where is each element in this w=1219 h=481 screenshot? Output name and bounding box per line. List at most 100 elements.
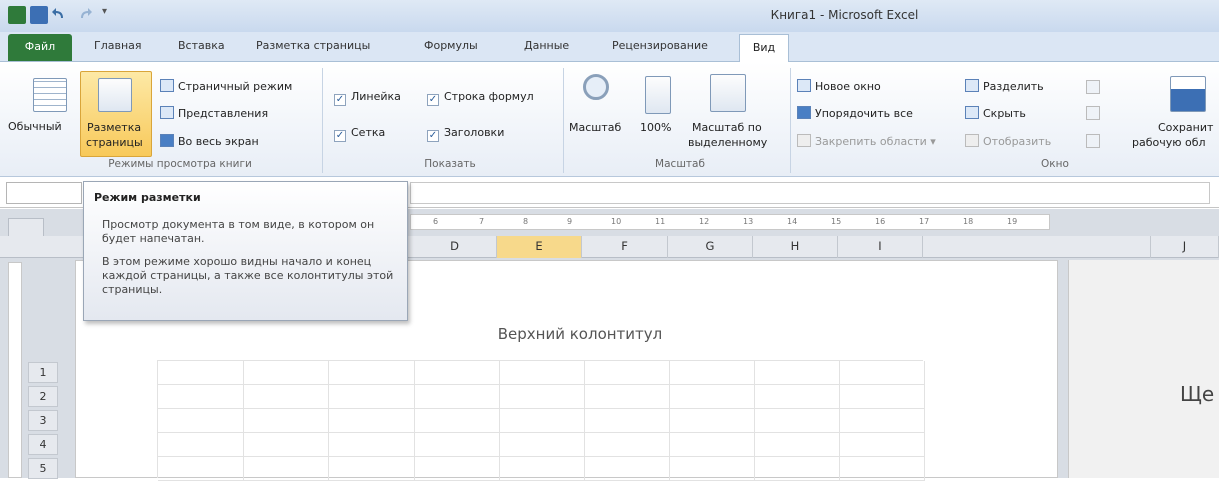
grid-cell[interactable] [670,457,755,481]
column-header[interactable]: H [753,236,838,258]
tab-insert[interactable]: Вставка [178,39,225,52]
grid-cell[interactable] [158,385,244,409]
arrange-all-label: Упорядочить все [815,107,913,120]
tab-formulas[interactable]: Формулы [424,39,478,52]
formula-bar-checkbox[interactable]: ✓ Строка формул [427,90,534,106]
grid-cell[interactable] [585,433,670,457]
grid-cell[interactable] [244,361,329,385]
grid-cell[interactable] [840,457,925,481]
grid-cell[interactable] [244,409,329,433]
grid-cell[interactable] [755,457,840,481]
reset-position-icon[interactable] [1086,134,1100,148]
row-header[interactable]: 1 [28,362,58,383]
page-header-placeholder[interactable]: Верхний колонтитул [400,325,760,343]
grid-cell[interactable] [755,361,840,385]
grid-cell[interactable] [670,433,755,457]
grid-cell[interactable] [670,409,755,433]
grid-cell[interactable] [415,361,500,385]
grid-cell[interactable] [840,361,925,385]
grid-cell[interactable] [500,433,585,457]
grid-cell[interactable] [244,385,329,409]
grid-cell[interactable] [158,409,244,433]
grid-cell[interactable] [158,361,244,385]
grid-cell[interactable] [244,433,329,457]
grid-cell[interactable] [415,385,500,409]
grid-cell[interactable] [585,361,670,385]
zoom-selection-label-2[interactable]: выделенному [688,136,767,149]
page-layout-icon [98,78,132,112]
tab-home[interactable]: Главная [94,39,142,52]
tab-page-layout[interactable]: Разметка страницы [256,39,370,52]
checkbox-checked-icon: ✓ [427,94,439,106]
row-header[interactable]: 4 [28,434,58,455]
zoom-group-label: Масштаб [655,158,705,170]
unhide-button[interactable]: Отобразить [965,134,1051,148]
tab-review[interactable]: Рецензирование [612,39,708,52]
grid-cell[interactable] [670,361,755,385]
tab-data[interactable]: Данные [524,39,569,52]
grid-cell[interactable] [755,433,840,457]
tab-view[interactable]: Вид [739,34,789,63]
grid-cell[interactable] [670,385,755,409]
headings-checkbox[interactable]: ✓ Заголовки [427,126,504,142]
column-header-selected[interactable]: E [497,236,582,258]
grid-cell[interactable] [500,457,585,481]
ruler-checkbox[interactable]: ✓ Линейка [334,90,401,106]
grid-cell[interactable] [585,409,670,433]
grid-cell[interactable] [415,457,500,481]
grid-cell[interactable] [755,385,840,409]
grid-cell[interactable] [585,385,670,409]
grid-cell[interactable] [840,409,925,433]
page-layout-label-2: страницы [86,136,143,149]
tooltip-paragraph: Просмотр документа в том виде, в котором… [102,218,375,245]
hide-button[interactable]: Скрыть [965,106,1026,120]
grid-cell[interactable] [158,457,244,481]
name-box[interactable] [6,182,82,204]
ruler-mark: 14 [787,217,798,226]
row-header[interactable]: 5 [28,458,58,479]
grid-cell[interactable] [329,433,415,457]
grid-cell[interactable] [329,385,415,409]
zoom-100-button[interactable]: 100% [640,121,671,134]
grid-cell[interactable] [585,457,670,481]
sync-scroll-icon[interactable] [1086,106,1100,120]
grid-cell[interactable] [415,433,500,457]
column-header[interactable]: F [582,236,668,258]
arrange-all-button[interactable]: Упорядочить все [797,106,913,120]
custom-views-button[interactable]: Представления [160,106,268,120]
column-header[interactable]: I [838,236,923,258]
grid-cell[interactable] [415,409,500,433]
normal-view-button[interactable]: Обычный [8,120,62,133]
grid-cell[interactable] [840,433,925,457]
grid-cell[interactable] [500,385,585,409]
fullscreen-button[interactable]: Во весь экран [160,134,259,148]
grid-cell[interactable] [500,409,585,433]
grid-cell[interactable] [329,361,415,385]
save-workspace-label-2[interactable]: рабочую обл [1132,136,1206,149]
freeze-panes-button[interactable]: Закрепить области ▾ [797,134,936,148]
row-header[interactable]: 2 [28,386,58,407]
split-button[interactable]: Разделить [965,79,1044,93]
zoom-selection-label-1[interactable]: Масштаб по [692,121,762,134]
save-workspace-label-1[interactable]: Сохранит [1158,121,1213,134]
grid-cell[interactable] [158,433,244,457]
grid-cell[interactable] [755,409,840,433]
grid-cell[interactable] [329,409,415,433]
group-separator [790,68,791,173]
grid-cell[interactable] [244,457,329,481]
grid-cell[interactable] [500,361,585,385]
zoom-button[interactable]: Масштаб [569,121,621,134]
cell-grid[interactable] [157,360,925,481]
column-header[interactable]: D [413,236,497,258]
new-window-button[interactable]: Новое окно [797,79,881,93]
grid-cell[interactable] [329,457,415,481]
tab-file[interactable]: Файл [8,34,72,61]
grid-cell[interactable] [840,385,925,409]
formula-input[interactable] [410,182,1210,204]
page-break-view-button[interactable]: Страничный режим [160,79,292,93]
row-header[interactable]: 3 [28,410,58,431]
view-side-by-side-icon[interactable] [1086,80,1100,94]
column-header[interactable]: J [1150,236,1219,258]
column-header[interactable]: G [668,236,753,258]
gridlines-checkbox[interactable]: ✓ Сетка [334,126,385,142]
